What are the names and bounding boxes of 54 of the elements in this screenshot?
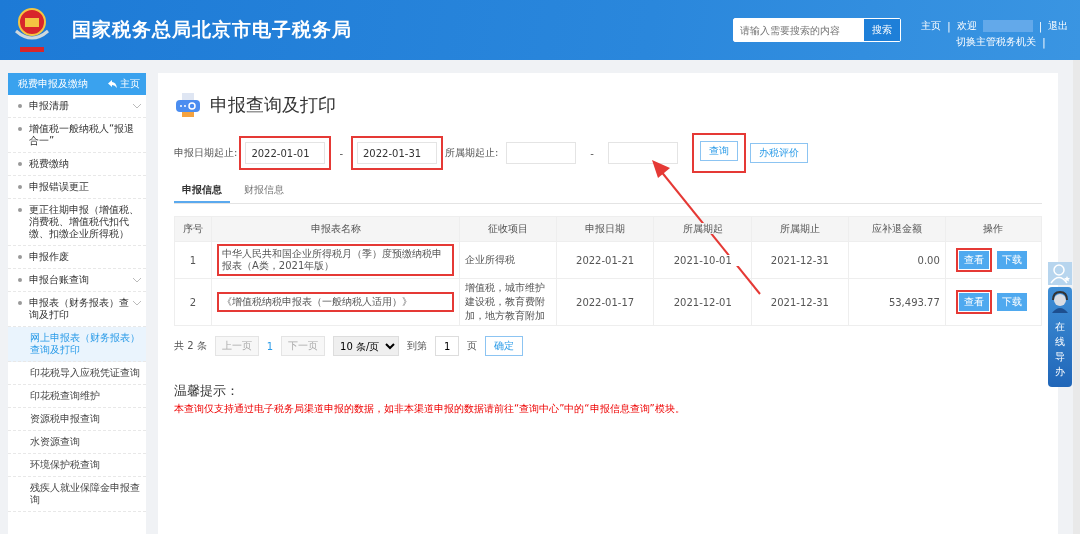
page-unit: 页 [467,339,478,353]
sidebar-subitem[interactable]: 残疾人就业保障金申报查询 [8,477,146,512]
headset-person-icon [1050,291,1070,313]
column-header: 征收项目 [488,223,529,234]
separator: - [339,147,343,159]
tips-title: 温馨提示： [174,382,240,400]
date-field[interactable]: 2022-01-31 [357,142,437,164]
sidebar-subitem[interactable]: 印花税查询维护 [8,385,146,408]
chevron-icon [133,102,141,110]
date-field[interactable] [506,142,577,164]
field-label: 所属期起止: [445,146,499,160]
separator: | [1042,36,1046,48]
tips-text: 本查询仅支持通过电子税务局渠道申报的数据，如非本渠道申报的数据请前往“查询中心”中的“申报信息查询”模块。 [174,402,686,416]
field-label: 申报日期起止: [174,146,238,160]
welcome-text: 欢迎 [956,19,977,33]
sidebar-subitem[interactable]: 水资源查询 [8,431,146,454]
sidebar-subitem[interactable]: 印花税导入应税凭证查询 [8,362,146,385]
column-header: 应补退金额 [871,223,922,234]
page-input[interactable]: 1 [435,336,460,356]
printer-search-icon [174,91,202,119]
tab[interactable]: 财报信息 [236,179,292,203]
column-header: 申报表名称 [310,223,361,234]
separator: | [947,20,951,32]
column-header: 申报日期 [585,223,626,234]
sidebar-item[interactable]: 增值税一般纳税人“报退合一” [8,118,146,153]
date-field[interactable]: 2022-01-01 [245,142,326,164]
sidebar-subitem[interactable]: 环境保护税查询 [8,454,146,477]
goto-label: 到第 [407,339,428,353]
page-size-select[interactable]: 10 条/页 [333,336,400,356]
column-header: 所属期起 [682,223,723,234]
column-header: 操作 [983,223,1004,234]
chevron-icon [133,299,141,307]
separator: - [590,147,594,159]
sidebar-item[interactable]: 更正往期申报（增值税、消费税、增值税代扣代缴、扣缴企业所得税） [8,199,146,246]
sidebar-item[interactable]: 申报台账查询 [8,269,146,292]
sidebar-subitem[interactable]: 资源税申报查询 [8,408,146,431]
column-header: 所属期止 [779,223,820,234]
sidebar-item[interactable]: 申报错误更正 [8,176,146,199]
sidebar-item[interactable]: 申报作废 [8,246,146,269]
date-field[interactable] [607,142,678,164]
site-title: 国家税务总局北京市电子税务局 [72,17,353,42]
chevron-icon [133,276,141,284]
sidebar-item[interactable]: 税费缴纳 [8,153,146,176]
column-header: 序号 [183,223,203,234]
sidebar-item[interactable]: 申报清册 [8,95,146,118]
total-count: 共 2 条 [174,339,207,353]
online-guide-button[interactable]: 在线导办 [1048,287,1072,387]
separator: | [1038,20,1042,32]
scrollbar[interactable] [1073,60,1080,534]
page-title: 申报查询及打印 [210,93,336,117]
tab[interactable]: 申报信息 [174,179,230,203]
back-arrow-icon [108,80,117,88]
blurred-name [982,20,1033,32]
sidebar-title: 税费申报及缴纳 [18,77,88,91]
